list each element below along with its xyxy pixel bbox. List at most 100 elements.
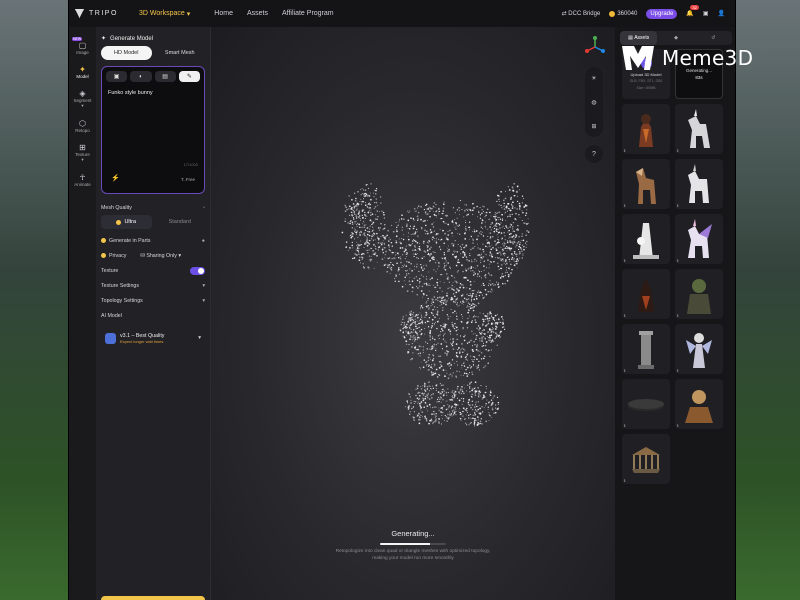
point-cloud-point: [483, 265, 485, 267]
logo[interactable]: TRIPO: [75, 9, 131, 18]
magic-wand-icon[interactable]: ⚡: [111, 174, 120, 182]
point-cloud-point: [503, 262, 505, 264]
3d-viewport[interactable]: ☀ ◍ ⊞ ? Generating... Retopologize into …: [211, 27, 615, 600]
multiview-input-icon[interactable]: ◐: [130, 71, 152, 82]
text-input-icon[interactable]: ✎: [178, 71, 200, 82]
rail-item-model[interactable]: ✦ Model: [69, 65, 96, 79]
workspace-dropdown[interactable]: 3D Workspace ▾: [139, 10, 190, 18]
tab-hd-model[interactable]: HD Model: [101, 46, 152, 60]
point-cloud-point: [370, 192, 371, 194]
asset-thumbnail-fairy[interactable]: ℹ: [675, 324, 723, 374]
tab-assets[interactable]: ▤ Assets: [620, 31, 658, 45]
asset-thumbnail-unicorn-silver[interactable]: ℹ: [675, 159, 723, 209]
asset-thumbnail-pillar-white[interactable]: ℹ: [622, 214, 670, 264]
tab-smart-mesh[interactable]: Smart Mesh: [155, 46, 206, 60]
point-cloud-point: [446, 292, 448, 295]
rail-item-animate[interactable]: ☥ Animate: [69, 173, 96, 187]
toggle-dot-icon[interactable]: ●: [202, 238, 205, 244]
nav-home[interactable]: Home: [214, 10, 233, 17]
point-cloud-point: [433, 357, 435, 360]
asset-thumbnail-character-dark[interactable]: ℹ: [622, 104, 670, 154]
point-cloud-point: [466, 354, 468, 356]
point-cloud-point: [526, 244, 528, 246]
tab-history[interactable]: ↺: [695, 31, 732, 45]
nav-affiliate[interactable]: Affiliate Program: [282, 10, 334, 17]
point-cloud-point: [408, 407, 410, 409]
point-cloud-point: [506, 210, 508, 212]
upgrade-button[interactable]: Upgrade: [646, 8, 678, 19]
batch-input-icon[interactable]: ▤: [154, 71, 176, 82]
point-cloud-point: [468, 238, 470, 240]
point-cloud-point: [408, 244, 410, 246]
point-cloud-point: [351, 241, 353, 244]
point-cloud-point: [518, 189, 520, 191]
asset-thumbnail-unicorn-purple[interactable]: ℹ: [675, 214, 723, 264]
point-cloud-point: [442, 296, 445, 299]
quality-ultra[interactable]: Ultra: [101, 215, 152, 229]
rail-item-texture[interactable]: ⊞ Texture ▾: [69, 143, 96, 163]
rail-item-segment[interactable]: ◈ Segment ▾: [69, 89, 96, 109]
asset-thumbnail-horse-brown[interactable]: ℹ: [622, 159, 670, 209]
upload-formats: GLB, FBX, STL, OBJ: [629, 79, 663, 83]
point-cloud-point: [357, 216, 359, 217]
texture-settings-row[interactable]: Texture Settings ▾: [96, 278, 210, 293]
point-cloud-point: [464, 238, 467, 240]
point-cloud-point: [522, 197, 525, 200]
point-cloud-point: [507, 256, 509, 258]
point-cloud-point: [490, 274, 493, 277]
asset-thumbnail-column[interactable]: ℹ: [622, 324, 670, 374]
point-cloud-point: [420, 414, 422, 417]
point-cloud-point: [486, 399, 488, 401]
point-cloud-point: [355, 220, 357, 222]
point-cloud-point: [482, 323, 484, 325]
point-cloud-point: [472, 360, 473, 362]
texture-toggle[interactable]: [190, 266, 205, 275]
point-cloud-point: [500, 254, 502, 256]
point-cloud-point: [358, 253, 360, 255]
point-cloud-point: [374, 239, 376, 241]
point-cloud-point: [374, 189, 376, 191]
tab-library[interactable]: ◆: [657, 31, 694, 45]
dcc-bridge-button[interactable]: ⇄ DCC Bridge: [562, 10, 601, 17]
point-cloud-point: [501, 238, 503, 240]
point-cloud-point: [417, 287, 419, 289]
generate-button[interactable]: [101, 596, 205, 600]
point-cloud-point: [383, 217, 386, 219]
point-cloud-point: [425, 403, 427, 405]
point-cloud-point: [433, 421, 435, 423]
top-nav: Home Assets Affiliate Program: [214, 10, 333, 17]
info-icon[interactable]: ▫: [203, 205, 205, 211]
ai-model-select[interactable]: v3.1 – Best Quality Expect longer wait t…: [101, 327, 205, 349]
prompt-input[interactable]: Funko style bunny: [102, 86, 204, 100]
image-input-icon[interactable]: ▣: [106, 71, 128, 82]
point-cloud-point: [451, 220, 454, 223]
point-cloud-point: [451, 343, 453, 345]
point-cloud-point: [440, 325, 442, 327]
asset-thumbnail-gazebo[interactable]: ℹ: [622, 434, 670, 484]
rail-item-retopo[interactable]: ⬡ Retopo: [69, 119, 96, 133]
point-cloud-point: [502, 225, 504, 227]
user-icon[interactable]: 👤: [718, 10, 725, 17]
credits-display[interactable]: 360040: [609, 10, 637, 17]
asset-thumbnail-bust[interactable]: ℹ: [675, 379, 723, 429]
rail-item-image[interactable]: NEW ▢ Image: [69, 37, 96, 55]
discord-icon[interactable]: ▣: [703, 10, 709, 17]
topology-settings-row[interactable]: Topology Settings ▾: [96, 293, 210, 308]
point-cloud-point: [516, 253, 518, 255]
asset-thumbnail-unicorn-white[interactable]: ℹ: [675, 104, 723, 154]
point-cloud-point: [481, 345, 483, 347]
sharing-dropdown[interactable]: ⛁ Sharing Only ▾: [140, 253, 181, 259]
generate-in-parts-row[interactable]: Generate in Parts ●: [96, 233, 210, 248]
notifications-button[interactable]: 🔔 32: [686, 5, 699, 17]
asset-thumbnail-orc[interactable]: ℹ: [675, 269, 723, 319]
point-cloud-point: [502, 250, 504, 252]
asset-thumbnail-platform[interactable]: ℹ: [622, 379, 670, 429]
point-cloud-point: [377, 249, 380, 251]
point-cloud-point: [419, 367, 421, 369]
quality-standard[interactable]: Standard: [155, 215, 206, 229]
point-cloud-point: [419, 368, 421, 370]
nav-assets[interactable]: Assets: [247, 10, 268, 17]
asset-thumbnail-witch-dark[interactable]: ℹ: [622, 269, 670, 319]
point-cloud-point: [477, 273, 479, 275]
point-cloud-point: [427, 369, 429, 371]
